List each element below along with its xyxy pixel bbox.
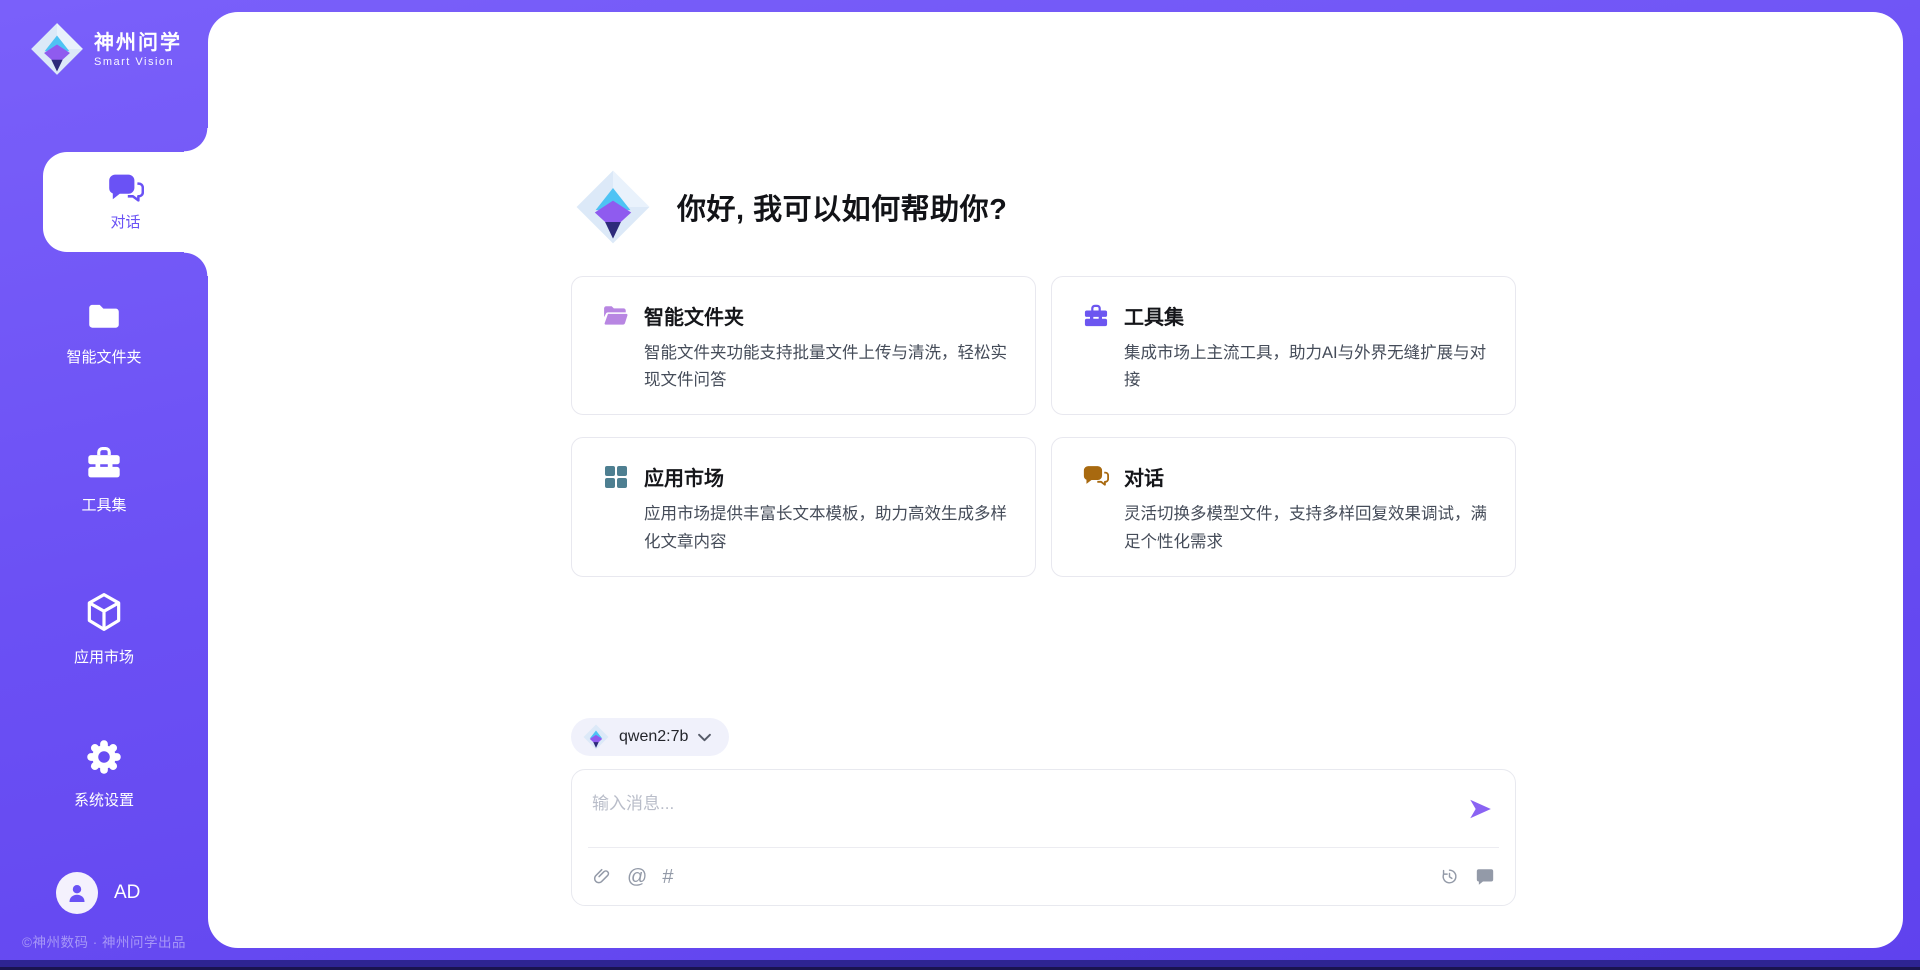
copyright-text: ©神州数码 · 神州问学出品 — [0, 931, 208, 951]
chat-icon — [108, 173, 144, 205]
cube-icon — [85, 592, 123, 632]
brand-name: 神州问学 — [94, 31, 182, 56]
sidebar-item-settings[interactable]: 系统设置 — [0, 739, 208, 810]
card-smart-folder[interactable]: 智能文件夹 智能文件夹功能支持批量文件上传与清洗，轻松实现文件问答 — [571, 276, 1036, 415]
sidebar-item-chat[interactable]: 对话 — [43, 152, 208, 252]
toolbox-icon — [1083, 303, 1109, 329]
folder-icon — [86, 300, 122, 332]
card-toolset[interactable]: 工具集 集成市场上主流工具，助力AI与外界无缝扩展与对接 — [1051, 276, 1516, 415]
toolbox-icon — [85, 446, 123, 480]
chat-icon — [1083, 464, 1109, 490]
greeting: 你好, 我可以如何帮助你? — [575, 169, 1007, 245]
card-title: 应用市场 — [644, 462, 724, 491]
sidebar-item-label: 对话 — [110, 211, 140, 232]
card-description: 集成市场上主流工具，助力AI与外界无缝扩展与对接 — [1124, 340, 1489, 394]
attachment-icon[interactable] — [592, 867, 612, 887]
message-composer: @ # — [571, 769, 1516, 906]
card-title: 工具集 — [1124, 301, 1184, 330]
greeting-title: 你好, 我可以如何帮助你? — [677, 186, 1007, 228]
brand-logo: 神州问学 Smart Vision — [30, 22, 182, 76]
grid-icon — [603, 464, 629, 490]
greeting-diamond-icon — [575, 169, 651, 245]
card-chat[interactable]: 对话 灵活切换多模型文件，支持多样回复效果调试，满足个性化需求 — [1051, 437, 1516, 576]
user-account[interactable]: AD — [56, 872, 140, 914]
model-diamond-icon — [583, 724, 609, 750]
card-description: 灵活切换多模型文件，支持多样回复效果调试，满足个性化需求 — [1124, 501, 1489, 555]
main-panel: 你好, 我可以如何帮助你? 智能文件夹 智能文件夹功能支持批量文件上传与清洗，轻… — [208, 12, 1903, 948]
brand-subtitle: Smart Vision — [94, 56, 182, 68]
gear-icon — [86, 739, 122, 775]
card-description: 应用市场提供丰富长文本模板，助力高效生成多样化文章内容 — [644, 501, 1009, 555]
tab-corner-top — [184, 128, 208, 152]
card-description: 智能文件夹功能支持批量文件上传与清洗，轻松实现文件问答 — [644, 340, 1009, 394]
hashtag-icon[interactable]: # — [662, 867, 673, 887]
sidebar-item-label: 智能文件夹 — [0, 346, 208, 367]
brand-diamond-icon — [30, 22, 84, 76]
card-title: 对话 — [1124, 462, 1164, 491]
sidebar-item-label: 工具集 — [0, 494, 208, 515]
sidebar: 神州问学 Smart Vision 对话 智能文件夹 — [0, 0, 208, 970]
composer-toolbar: @ # — [572, 848, 1515, 905]
sidebar-item-label: 系统设置 — [0, 789, 208, 810]
message-input[interactable] — [592, 784, 1445, 824]
user-label: AD — [114, 882, 140, 904]
sidebar-item-toolbox[interactable]: 工具集 — [0, 446, 208, 515]
model-selector[interactable]: qwen2:7b — [571, 718, 729, 756]
chat-bubble-icon[interactable] — [1475, 868, 1495, 886]
tab-corner-bottom — [184, 252, 208, 276]
send-icon[interactable] — [1467, 796, 1493, 822]
person-icon — [65, 881, 89, 905]
window-bottom-edge — [0, 960, 1920, 970]
model-name: qwen2:7b — [619, 728, 688, 746]
card-app-market[interactable]: 应用市场 应用市场提供丰富长文本模板，助力高效生成多样化文章内容 — [571, 437, 1036, 576]
sidebar-item-folders[interactable]: 智能文件夹 — [0, 300, 208, 367]
folder-open-icon — [603, 303, 629, 329]
mention-icon[interactable]: @ — [627, 867, 647, 887]
sidebar-item-market[interactable]: 应用市场 — [0, 592, 208, 667]
card-title: 智能文件夹 — [644, 301, 744, 330]
history-icon[interactable] — [1440, 867, 1459, 886]
feature-cards: 智能文件夹 智能文件夹功能支持批量文件上传与清洗，轻松实现文件问答 — [571, 276, 1516, 577]
chevron-down-icon — [698, 733, 711, 742]
sidebar-item-label: 应用市场 — [0, 646, 208, 667]
avatar — [56, 872, 98, 914]
